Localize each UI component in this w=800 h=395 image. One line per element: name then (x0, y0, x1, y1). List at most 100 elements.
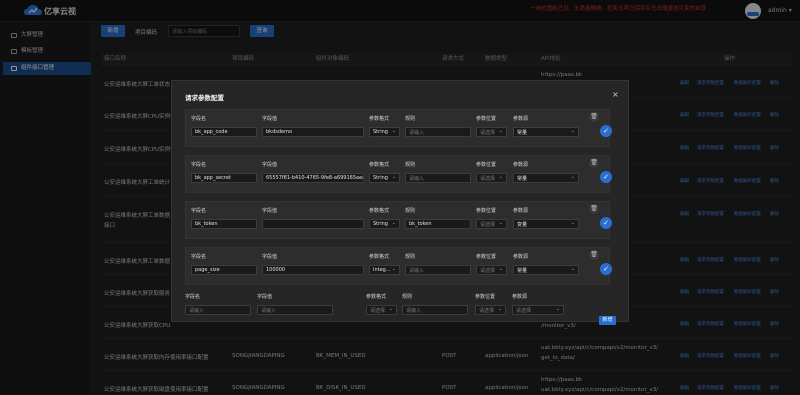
check-icon[interactable]: ✓ (600, 263, 612, 275)
param-format-label: 参数格式 (366, 294, 387, 300)
rule-input[interactable]: 请输入 (405, 127, 471, 137)
param-source-select[interactable]: 常量 ⌄ (513, 265, 579, 275)
param-source-label: 参数源 (513, 254, 529, 260)
check-icon[interactable]: ✓ (600, 217, 612, 229)
param-row: 字段名 字段值 参数格式 规则 参数位置 参数源 bk_app_secret 65557f81… (185, 155, 610, 193)
param-format-label: 参数格式 (369, 162, 390, 168)
field-value-input[interactable] (262, 219, 364, 229)
add-param-button[interactable]: 新增 (599, 316, 616, 325)
param-format-label: 参数格式 (369, 116, 390, 122)
param-source-value: 常量 (517, 175, 528, 182)
param-row: 字段名 字段值 参数格式 规则 参数位置 参数源 bk_token String ⌄ bk_tok… (185, 201, 610, 239)
field-name-input[interactable]: bk_app_secret (191, 173, 257, 183)
field-name-input[interactable]: page_size (191, 265, 257, 275)
param-format-value: String (373, 221, 388, 227)
dialog-title: 请求参数配置 (185, 94, 224, 102)
field-name-input-placeholder: 请输入 (189, 307, 205, 314)
param-format-select[interactable]: String ⌄ (369, 127, 400, 137)
param-source-label: 参数源 (513, 162, 529, 168)
param-source-label: 参数源 (513, 208, 529, 214)
param-position-select-placeholder: 请选择 (479, 307, 495, 314)
field-name-input[interactable]: bk_app_code (191, 127, 257, 137)
chevron-down-icon: ⌄ (570, 128, 575, 134)
param-source-value: 变量 (517, 221, 528, 228)
param-source-select[interactable]: 常量 ⌄ (513, 173, 579, 183)
rule-label: 规则 (405, 116, 416, 122)
field-name-label: 字段名 (191, 208, 207, 214)
chevron-down-icon: ⌄ (391, 220, 396, 226)
param-source-label: 参数源 (513, 116, 529, 122)
request-params-dialog: 请求参数配置 × 字段名 字段值 参数格式 规则 参数位置 参数源 bk_app_code b… (171, 80, 629, 325)
param-position-label: 参数位置 (476, 254, 497, 260)
rule-label: 规则 (405, 208, 416, 214)
chevron-down-icon: ⌄ (498, 266, 503, 272)
param-position-select[interactable]: 请选择 ⌄ (476, 219, 507, 229)
field-value-label: 字段值 (262, 162, 278, 168)
field-name-label: 字段名 (191, 254, 207, 260)
param-format-select-placeholder: 请选择 (370, 307, 386, 314)
rule-input[interactable]: 请输入 (405, 265, 471, 275)
check-icon[interactable]: ✓ (600, 125, 612, 137)
param-format-select[interactable]: String ⌄ (369, 219, 400, 229)
param-source-select[interactable]: 变量 ⌄ (513, 219, 579, 229)
chevron-down-icon: ⌄ (497, 306, 502, 312)
chevron-down-icon: ⌄ (388, 306, 393, 312)
param-position-select[interactable]: 请选择 ⌄ (476, 173, 507, 183)
field-name-label: 字段名 (185, 294, 201, 300)
param-source-select[interactable]: 常量 ⌄ (513, 127, 579, 137)
param-row: 字段名 字段值 参数格式 规则 参数位置 参数源 bk_app_code bkdsdemo St… (185, 109, 610, 147)
chevron-down-icon: ⌄ (391, 174, 396, 180)
chevron-down-icon: ⌄ (498, 174, 503, 180)
trash-icon[interactable]: 🗑 (589, 112, 599, 122)
chevron-down-icon: ⌄ (498, 128, 503, 134)
chevron-down-icon: ⌄ (555, 306, 560, 312)
rule-input[interactable]: 请输入 (405, 173, 471, 183)
param-source-value: 常量 (517, 129, 528, 136)
field-value-label: 字段值 (257, 294, 273, 300)
param-format-select[interactable]: 请选择 ⌄ (366, 305, 397, 315)
field-value-input[interactable]: bkdsdemo (262, 127, 364, 137)
param-row: 字段名 字段值 参数格式 规则 参数位置 参数源 page_size 100000 Integ.… (185, 247, 610, 285)
chevron-down-icon: ⌄ (570, 174, 575, 180)
param-source-select[interactable]: 请选择 ⌄ (512, 305, 564, 315)
param-format-value: Integ... (373, 267, 391, 273)
rule-label: 规则 (405, 162, 416, 168)
param-position-value: 请选择 (480, 267, 496, 274)
param-format-select[interactable]: Integ... ⌄ (369, 265, 400, 275)
param-position-select[interactable]: 请选择 ⌄ (476, 265, 507, 275)
field-name-label: 字段名 (191, 116, 207, 122)
param-source-select-placeholder: 请选择 (516, 307, 532, 314)
chevron-down-icon: ⌄ (391, 266, 396, 272)
field-value-label: 字段值 (262, 116, 278, 122)
field-value-input[interactable]: 65557f81-b410-4765-9fe8-a699165aeaf (262, 173, 364, 183)
param-position-label: 参数位置 (476, 208, 497, 214)
chevron-down-icon: ⌄ (391, 128, 396, 134)
trash-icon[interactable]: 🗑 (589, 204, 599, 214)
rule-label: 规则 (405, 254, 416, 260)
param-format-label: 参数格式 (369, 208, 390, 214)
param-position-select[interactable]: 请选择 ⌄ (475, 305, 506, 315)
close-icon[interactable]: × (612, 90, 619, 99)
rule-input[interactable]: bk_token (405, 219, 471, 229)
param-position-value: 请选择 (480, 129, 496, 136)
param-position-select[interactable]: 请选择 ⌄ (476, 127, 507, 137)
field-value-label: 字段值 (262, 208, 278, 214)
field-value-input[interactable]: 100000 (262, 265, 364, 275)
param-source-value: 常量 (517, 267, 528, 274)
field-name-input[interactable]: bk_token (191, 219, 257, 229)
field-value-input[interactable]: 请输入 (257, 305, 333, 315)
param-format-value: String (373, 175, 388, 181)
param-position-label: 参数位置 (475, 294, 496, 300)
check-icon[interactable]: ✓ (600, 171, 612, 183)
param-format-select[interactable]: String ⌄ (369, 173, 400, 183)
param-format-value: String (373, 129, 388, 135)
field-value-input-placeholder: 请输入 (261, 307, 277, 314)
field-name-label: 字段名 (191, 162, 207, 168)
field-name-input[interactable]: 请输入 (185, 305, 251, 315)
trash-icon[interactable]: 🗑 (589, 250, 599, 260)
chevron-down-icon: ⌄ (570, 266, 575, 272)
rule-input[interactable]: 请输入 (402, 305, 468, 315)
param-format-label: 参数格式 (369, 254, 390, 260)
trash-icon[interactable]: 🗑 (589, 158, 599, 168)
chevron-down-icon: ⌄ (570, 220, 575, 226)
